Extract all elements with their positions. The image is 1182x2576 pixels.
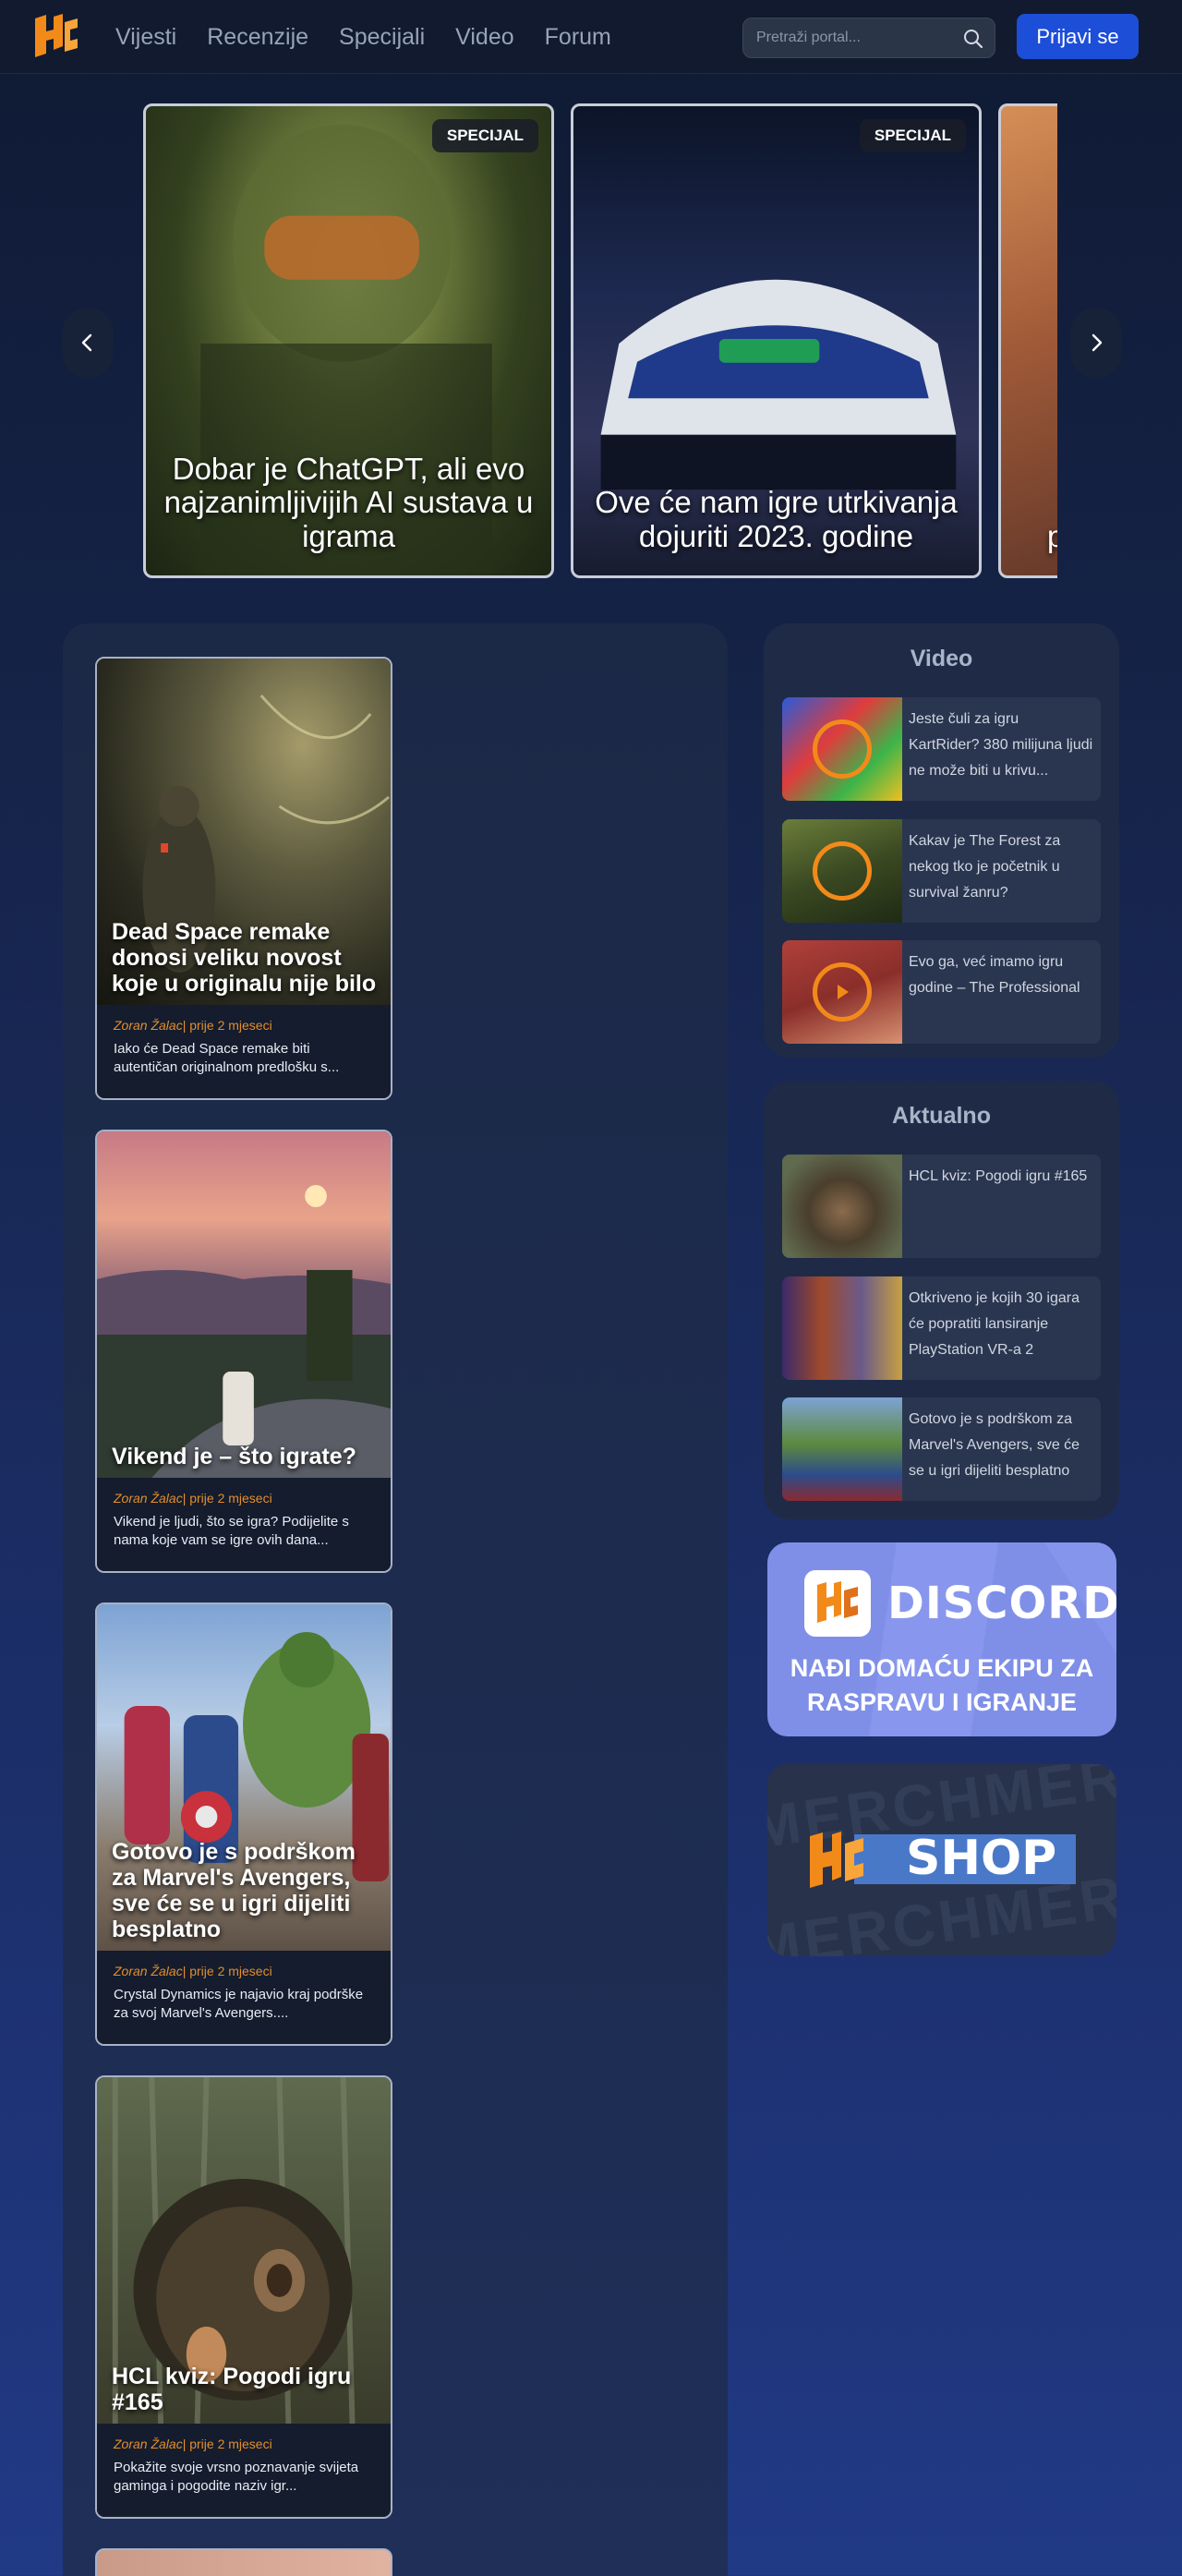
- article-time: | prije 2 mjeseci: [182, 1964, 272, 1978]
- discord-tagline-line2: RASPRAVU I IGRANJE: [806, 1688, 1078, 1717]
- video-item[interactable]: Jeste čuli za igru KartRider? 380 miliju…: [782, 697, 1101, 801]
- article-author[interactable]: Zoran Žalac: [114, 2437, 183, 2451]
- carousel-slide[interactable]: p: [998, 103, 1057, 578]
- article-card[interactable]: Dead Space remake donosi veliku novost k…: [95, 657, 392, 1100]
- aktualno-title: HCL kviz: Pogodi igru #165: [909, 1168, 1088, 1184]
- main-menu: Vijesti Recenzije Specijali Video Forum: [115, 0, 611, 74]
- search-icon[interactable]: [963, 29, 983, 49]
- article-meta: Zoran Žalac| prije 2 mjeseci Pokažite sv…: [97, 2424, 391, 2517]
- article-author[interactable]: Zoran Žalac: [114, 1491, 183, 1506]
- shop-logo: SHOP: [806, 1829, 1079, 1890]
- nav-link-recenzije[interactable]: Recenzije: [207, 24, 308, 51]
- play-icon: [813, 962, 872, 1022]
- aktualno-item[interactable]: HCL kviz: Pogodi igru #165: [782, 1155, 1101, 1258]
- video-thumbnail: [782, 697, 902, 801]
- aktualno-item[interactable]: Otkriveno je kojih 30 igara će popratiti…: [782, 1276, 1101, 1380]
- play-icon: [813, 841, 872, 901]
- login-button[interactable]: Prijavi se: [1017, 14, 1139, 59]
- slide-title: p: [1047, 519, 1057, 553]
- shop-wordmark: SHOP: [906, 1831, 1057, 1886]
- hcl-logo-icon: [810, 1832, 863, 1888]
- nav-link-vijesti[interactable]: Vijesti: [115, 24, 176, 51]
- article-time: | prije 2 mjeseci: [182, 2437, 272, 2451]
- article-card[interactable]: [95, 2548, 392, 2576]
- article-card[interactable]: HCL kviz: Pogodi igru #165 Zoran Žalac| …: [95, 2075, 392, 2519]
- article-author[interactable]: Zoran Žalac: [114, 1964, 183, 1978]
- video-title: Kakav je The Forest za nekog tko je poče…: [909, 833, 1061, 901]
- article-time: | prije 2 mjeseci: [182, 1018, 272, 1033]
- carousel-prev-button[interactable]: [62, 308, 114, 378]
- search-box: [742, 18, 995, 58]
- aktualno-panel-title: Aktualno: [892, 1103, 991, 1129]
- video-panel: Video Jeste čuli za igru KartRider? 380 …: [764, 623, 1119, 1058]
- aktualno-title: Gotovo je s podrškom za Marvel's Avenger…: [909, 1411, 1080, 1479]
- article-card[interactable]: Gotovo je s podrškom za Marvel's Avenger…: [95, 1602, 392, 2046]
- discord-tagline-line1: NAĐI DOMAĆU EKIPU ZA: [790, 1654, 1094, 1682]
- article-excerpt: Crystal Dynamics je najavio kraj podrške…: [114, 1987, 364, 2022]
- chevron-right-icon: [1092, 333, 1103, 352]
- aktualno-panel: Aktualno HCL kviz: Pogodi igru #165 Otkr…: [764, 1081, 1119, 1519]
- article-feed: Dead Space remake donosi veliku novost k…: [63, 623, 728, 2576]
- article-meta: Zoran Žalac| prije 2 mjeseci Iako će Dea…: [97, 1005, 391, 1098]
- article-excerpt: Vikend je ljudi, što se igra? Podijelite…: [114, 1514, 349, 1549]
- aktualno-title: Otkriveno je kojih 30 igara će popratiti…: [909, 1290, 1079, 1358]
- video-title: Evo ga, već imamo igru godine – The Prof…: [909, 954, 1080, 996]
- article-title: Vikend je – što igrate?: [112, 1444, 356, 1469]
- aktualno-thumbnail: [782, 1397, 902, 1501]
- featured-carousel: SPECIJAL Dobar je ChatGPT, ali evo najza…: [0, 74, 1182, 614]
- slide-title: Ove će nam igre utrkivanja dojuriti 2023…: [595, 485, 958, 553]
- slide-badge: SPECIJAL: [431, 119, 538, 152]
- video-thumbnail: [782, 940, 902, 1044]
- aktualno-item[interactable]: Gotovo je s podrškom za Marvel's Avenger…: [782, 1397, 1101, 1501]
- article-image: [97, 1131, 391, 1478]
- hcl-logo[interactable]: [31, 13, 79, 59]
- search-input[interactable]: [756, 18, 959, 57]
- aktualno-thumbnail: [782, 1155, 902, 1258]
- video-panel-title: Video: [910, 646, 973, 671]
- discord-tagline: NAĐI DOMAĆU EKIPU ZA RASPRAVU I IGRANJE: [767, 1651, 1116, 1721]
- article-title: Dead Space remake donosi veliku novost k…: [112, 919, 377, 997]
- chevron-left-icon: [81, 333, 92, 352]
- carousel-slide[interactable]: SPECIJAL Dobar je ChatGPT, ali evo najza…: [143, 103, 554, 578]
- discord-wordmark: DISCORD: [887, 1578, 1116, 1629]
- nav-link-forum[interactable]: Forum: [545, 24, 611, 51]
- article-excerpt: Pokažite svoje vrsno poznavanje svijeta …: [114, 2460, 359, 2495]
- carousel-track: SPECIJAL Dobar je ChatGPT, ali evo najza…: [143, 103, 1057, 582]
- video-thumbnail: [782, 819, 902, 923]
- video-title: Jeste čuli za igru KartRider? 380 miliju…: [909, 711, 1093, 779]
- shop-banner[interactable]: MERCHMERCHME MERCHMERCHME SHOP: [767, 1764, 1116, 1956]
- carousel-next-button[interactable]: [1070, 308, 1122, 378]
- article-meta: Zoran Žalac| prije 2 mjeseci Vikend je l…: [97, 1478, 391, 1571]
- video-item[interactable]: Evo ga, već imamo igru godine – The Prof…: [782, 940, 1101, 1044]
- carousel-slide[interactable]: SPECIJAL Ove će nam igre utrkivanja doju…: [571, 103, 982, 578]
- discord-banner[interactable]: DISCORD NAĐI DOMAĆU EKIPU ZA RASPRAVU I …: [767, 1542, 1116, 1736]
- aktualno-thumbnail: [782, 1276, 902, 1380]
- slide-badge: SPECIJAL: [859, 119, 966, 152]
- article-meta: Zoran Žalac| prije 2 mjeseci Crystal Dyn…: [97, 1951, 391, 2044]
- nav-link-specijali[interactable]: Specijali: [339, 24, 425, 51]
- nav-link-video[interactable]: Video: [455, 24, 514, 51]
- article-title: Gotovo je s podrškom za Marvel's Avenger…: [112, 1839, 356, 1942]
- article-title: HCL kviz: Pogodi igru #165: [112, 2364, 352, 2415]
- play-icon: [813, 720, 872, 779]
- article-time: | prije 2 mjeseci: [182, 1491, 272, 1506]
- article-excerpt: Iako će Dead Space remake biti autentiča…: [114, 1041, 340, 1076]
- article-author[interactable]: Zoran Žalac: [114, 1018, 183, 1033]
- article-card[interactable]: Vikend je – što igrate? Zoran Žalac| pri…: [95, 1130, 392, 1573]
- video-item[interactable]: Kakav je The Forest za nekog tko je poče…: [782, 819, 1101, 923]
- slide-title: Dobar je ChatGPT, ali evo najzanimljivij…: [163, 452, 534, 553]
- hcl-logo-icon: [817, 1581, 858, 1623]
- discord-logo-badge: [804, 1570, 871, 1637]
- top-navbar: Vijesti Recenzije Specijali Video Forum …: [0, 0, 1182, 74]
